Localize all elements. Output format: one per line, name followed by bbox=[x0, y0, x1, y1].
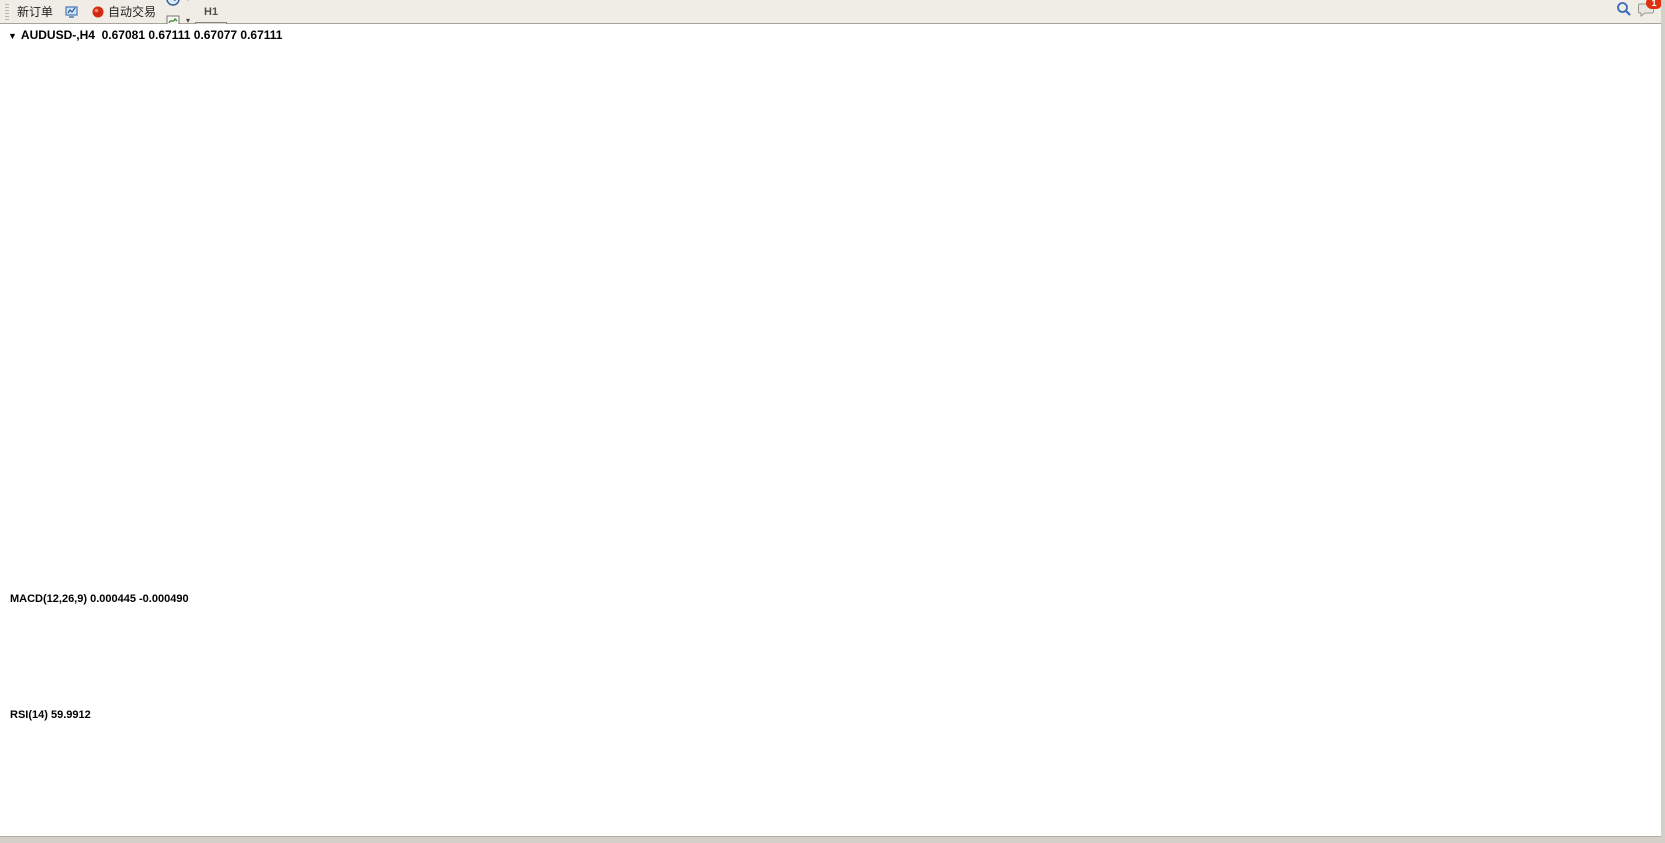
expander-icon[interactable]: ▼ bbox=[8, 31, 17, 41]
new-order-label: 新订单 bbox=[17, 3, 53, 20]
auto-trading-icon bbox=[91, 5, 105, 19]
terminal-icon bbox=[64, 4, 81, 20]
chart-ohlc-values: 0.67081 0.67111 0.67077 0.67111 bbox=[102, 28, 283, 42]
period-icon bbox=[165, 0, 182, 7]
toolbar-grip bbox=[5, 4, 9, 20]
price-chart[interactable] bbox=[0, 24, 1665, 843]
chart-title: ▼ AUDUSD-,H4 0.67081 0.67111 0.67077 0.67… bbox=[8, 28, 282, 42]
chat-icon[interactable]: 1 bbox=[1638, 2, 1655, 22]
timeframe-h1[interactable]: H1 bbox=[195, 2, 227, 22]
terminal-icon[interactable] bbox=[58, 1, 86, 23]
macd-indicator-label: MACD(12,26,9) 0.000445 -0.000490 bbox=[10, 593, 189, 605]
new-order-button[interactable]: 新订单 bbox=[13, 1, 57, 23]
chart-symbol: AUDUSD-,H4 bbox=[21, 28, 95, 42]
main-toolbar: 新订单 自动交易 ▾▾▾EFAT▾ M1M5M15M30H1H4D1W1MN 1 bbox=[0, 0, 1665, 24]
dropdown-arrow-icon: ▾ bbox=[186, 0, 190, 3]
window-footer bbox=[0, 836, 1665, 843]
mt4-application: 新订单 自动交易 ▾▾▾EFAT▾ M1M5M15M30H1H4D1W1MN 1… bbox=[0, 0, 1665, 843]
chart-window: ▼ AUDUSD-,H4 0.67081 0.67111 0.67077 0.67… bbox=[0, 24, 1665, 843]
auto-trading-button[interactable]: 自动交易 bbox=[87, 1, 160, 23]
window-edge bbox=[1661, 0, 1665, 843]
auto-trading-label: 自动交易 bbox=[108, 3, 156, 20]
rsi-indicator-label: RSI(14) 59.9912 bbox=[10, 709, 91, 721]
notification-badge: 1 bbox=[1646, 0, 1662, 9]
search-icon[interactable] bbox=[1616, 1, 1632, 22]
period-icon[interactable]: ▾ bbox=[161, 0, 194, 10]
